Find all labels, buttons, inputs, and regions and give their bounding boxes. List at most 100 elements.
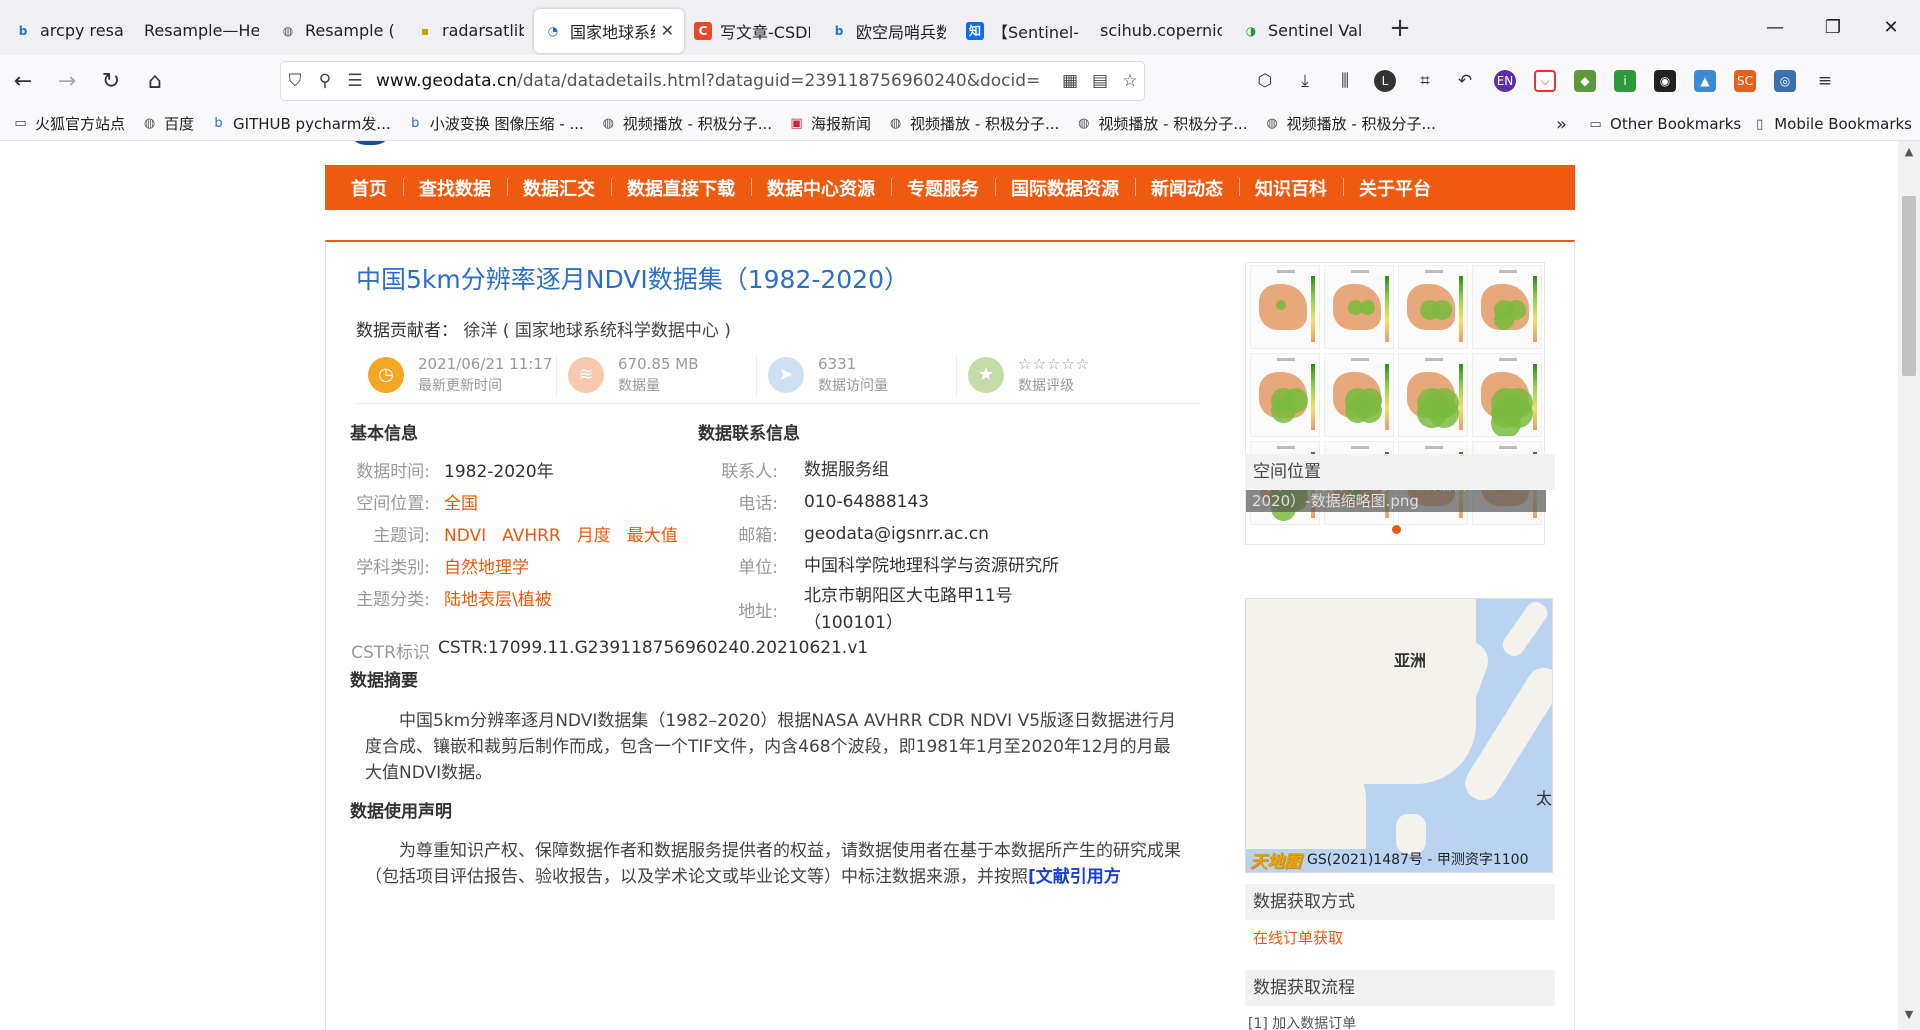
bookmark-label: 视频播放 - 积极分子... — [622, 115, 773, 133]
account-l-icon[interactable]: L — [1365, 61, 1405, 101]
bookmark-item[interactable]: ◍ 视频播放 - 积极分子... — [887, 113, 1059, 134]
reload-icon[interactable]: ↻ — [90, 61, 132, 101]
space-link[interactable]: 全国 — [444, 489, 478, 514]
flask-extension-icon[interactable]: ▲ — [1685, 61, 1725, 101]
tab-title: 国家地球系统科 — [570, 22, 655, 42]
browser-tab[interactable]: C 写文章-CSDN博 — [684, 9, 820, 53]
online-order-link[interactable]: 在线订单获取 — [1253, 927, 1343, 948]
main-nav-item[interactable]: 新闻动态 — [1135, 175, 1239, 201]
main-nav-item[interactable]: 国际数据资源 — [995, 175, 1135, 201]
main-nav-item[interactable]: 数据中心资源 — [751, 175, 891, 201]
sc-extension-icon[interactable]: SC — [1725, 61, 1765, 101]
csdn-icon: C — [694, 21, 712, 40]
restore-icon[interactable]: ❐ — [1804, 0, 1862, 55]
library-icon[interactable]: ⫼ — [1325, 61, 1365, 101]
reader-view-icon[interactable]: ▤ — [1085, 71, 1115, 91]
qr-code-icon[interactable]: ▦ — [1055, 71, 1085, 91]
back-icon[interactable]: ← — [2, 61, 44, 101]
camera-extension-icon[interactable]: ◎ — [1765, 61, 1805, 101]
ndvi-thumbnail — [1324, 265, 1394, 349]
main-nav-item[interactable]: 首页 — [335, 175, 403, 201]
bookmark-item[interactable]: ▯ Mobile Bookmarks — [1751, 115, 1912, 133]
url-host: www.geodata.cn — [376, 71, 518, 91]
minimize-icon[interactable]: — — [1746, 0, 1804, 55]
bookmark-item[interactable]: b 小波变换 图像压缩 - ... — [407, 113, 584, 134]
tab-bar: b arcpy resample Resample—Help | / ◍ Resampl… — [0, 0, 1920, 55]
more-bookmarks-icon[interactable]: » — [1556, 114, 1567, 135]
site-info-icon[interactable]: ☰ — [340, 71, 370, 91]
crop-icon[interactable]: ⌗ — [1405, 61, 1445, 101]
scrollbar-thumb[interactable] — [1902, 196, 1916, 376]
browser-tab[interactable]: 知【Sentinel-2】 — [956, 9, 1090, 53]
main-nav-item[interactable]: 数据直接下载 — [611, 175, 751, 201]
rating-stars[interactable]: ☆☆☆☆☆ — [1018, 353, 1090, 375]
keywords-label: 主题词: — [373, 526, 430, 546]
scroll-up-icon[interactable]: ▲ — [1898, 145, 1920, 165]
extensions-icon[interactable]: ⬡ — [1245, 61, 1285, 101]
thumbnail-carousel[interactable]: 中国5km分辨率逐月NDVI数据集（1982-2020）-数据缩略图.png — [1245, 262, 1546, 545]
extension-toolbar: ⬡ ⤓ ⫼ L ⌗ ↶ EN ⌵ ◆ i ◉ ▲ SC ◎ ≡ — [1245, 61, 1845, 101]
scroll-down-icon[interactable]: ▼ — [1898, 1008, 1920, 1028]
carousel-dot[interactable] — [1392, 525, 1401, 534]
bookmark-item[interactable]: ◍ 视频播放 - 积极分子... — [1075, 113, 1247, 134]
bookmark-item[interactable]: ◍ 视频播放 - 积极分子... — [600, 113, 772, 134]
browser-tab[interactable]: ◑ Sentinel Value / — [1232, 9, 1372, 53]
category-link[interactable]: 陆地表层\植被 — [444, 585, 552, 610]
browser-tab[interactable]: b arcpy resample — [4, 9, 134, 53]
close-window-icon[interactable]: ✕ — [1862, 0, 1920, 55]
downloads-icon[interactable]: ⤓ — [1285, 61, 1325, 101]
main-nav-item[interactable]: 数据汇交 — [507, 175, 611, 201]
page-scrollbar[interactable]: ▲ ▼ — [1898, 141, 1920, 1030]
window-controls: — ❐ ✕ — [1746, 0, 1920, 55]
address-value: 北京市朝阳区大屯路甲11号 （100101） — [804, 583, 1013, 637]
site-logo[interactable] — [348, 141, 392, 145]
keyword-link[interactable]: AVHRR — [502, 526, 561, 546]
browser-tab[interactable]: ◔ 国家地球系统科 ✕ — [534, 8, 684, 53]
info-extension-icon[interactable]: i — [1605, 61, 1645, 101]
browser-tab[interactable]: b 欧空局哨兵数据 — [820, 9, 956, 53]
subject-link[interactable]: 自然地理学 — [444, 553, 529, 578]
menu-icon[interactable]: ≡ — [1805, 61, 1845, 101]
main-nav-item[interactable]: 关于平台 — [1343, 175, 1447, 201]
bookmark-star-icon[interactable]: ☆ — [1115, 71, 1145, 91]
stat-item: ➤ 6331 数据访问量 — [756, 346, 956, 403]
space-label: 空间位置: — [356, 494, 430, 514]
bookmark-label: 视频播放 - 积极分子... — [1286, 115, 1436, 133]
browser-tab[interactable]: ◍ Resample (Data — [269, 9, 406, 53]
permissions-icon[interactable]: ⚲ — [310, 71, 340, 91]
bookmark-item[interactable]: ◍ 百度 — [141, 113, 194, 134]
keyword-link[interactable]: 最大值 — [627, 526, 678, 546]
bookmark-item[interactable]: ▣ 海报新闻 — [788, 113, 871, 134]
tab-title: Resample (Data — [305, 21, 396, 40]
map-extension-icon[interactable]: ◆ — [1565, 61, 1605, 101]
globe-icon: ◍ — [1078, 116, 1090, 131]
bookmark-item[interactable]: ▭ Other Bookmarks — [1587, 115, 1741, 133]
new-tab-icon[interactable]: + — [1382, 13, 1418, 43]
bookmark-item[interactable]: ▭ 火狐官方站点 — [12, 113, 125, 134]
browser-tab[interactable]: Resample—Help | / — [134, 9, 269, 53]
shield-icon[interactable]: ⛉ — [280, 71, 310, 91]
translate-en-icon[interactable]: EN — [1485, 61, 1525, 101]
keyword-link[interactable]: 月度 — [577, 526, 611, 546]
address-bar[interactable]: ⛉ ⚲ ☰ www.geodata.cn/data/datadetails.ht… — [280, 61, 1145, 101]
bookmark-item[interactable]: ◍ 视频播放 - 积极分子... — [1264, 113, 1436, 134]
location-map[interactable]: 亚洲 太 天地图 GS(2021)1487号 - 甲测资字1100 — [1245, 598, 1553, 873]
url-text[interactable]: www.geodata.cn/data/datadetails.html?dat… — [376, 71, 1055, 91]
email-value[interactable]: geodata@igsnrr.ac.cn — [804, 521, 989, 548]
forward-icon[interactable]: → — [46, 61, 88, 101]
glasses-extension-icon[interactable]: ◉ — [1645, 61, 1685, 101]
main-nav-item[interactable]: 知识百科 — [1239, 175, 1343, 201]
close-tab-icon[interactable]: ✕ — [661, 21, 674, 40]
home-icon[interactable]: ⌂ — [134, 61, 176, 101]
browser-tab[interactable]: ▪ radarsatlib · PyP — [406, 9, 534, 53]
bookmark-item[interactable]: b GITHUB pycharm发... — [210, 113, 390, 134]
main-nav-item[interactable]: 专题服务 — [891, 175, 995, 201]
stat-label: 数据评级 — [1018, 377, 1074, 394]
citation-link[interactable]: [文献引用方 — [1028, 867, 1121, 887]
undo-icon[interactable]: ↶ — [1445, 61, 1485, 101]
browser-tab[interactable]: scihub.copernicus.e — [1090, 9, 1232, 53]
pypi-icon: ▪ — [420, 23, 430, 38]
keyword-link[interactable]: NDVI — [444, 526, 486, 546]
main-nav-item[interactable]: 查找数据 — [403, 175, 507, 201]
pocket-icon[interactable]: ⌵ — [1525, 61, 1565, 101]
